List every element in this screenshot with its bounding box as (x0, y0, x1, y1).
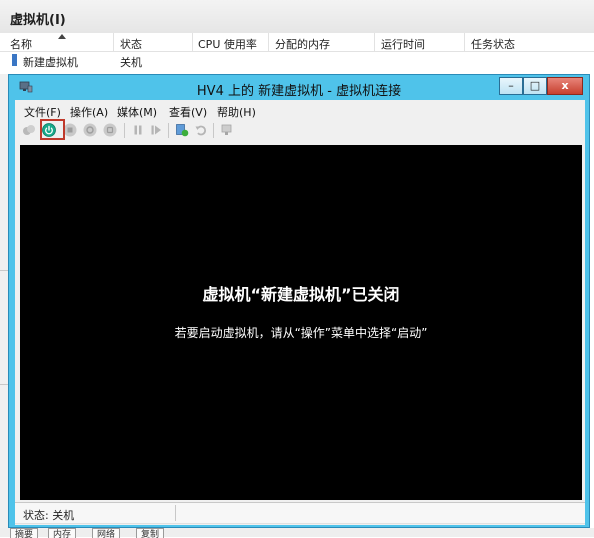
toolbar-separator (124, 123, 125, 138)
turn-off-icon[interactable] (63, 123, 77, 137)
column-header-name[interactable]: 名称 (10, 36, 32, 52)
status-divider (175, 505, 176, 521)
maximize-button[interactable]: □ (523, 77, 547, 95)
menu-help[interactable]: 帮助(H) (217, 104, 256, 120)
vm-icon (12, 54, 17, 66)
pane-divider (0, 384, 8, 385)
menu-media[interactable]: 媒体(M) (117, 104, 157, 120)
vm-panel-header: 虚拟机(I) (0, 0, 594, 34)
close-button[interactable]: x (547, 77, 583, 95)
vm-connection-window: HV4 上的 新建虚拟机 - 虚拟机连接 – □ x 文件(F) 操作(A) 媒… (8, 74, 590, 528)
vm-name: 新建虚拟机 (23, 56, 78, 69)
panel-title: 虚拟机(I) (10, 13, 66, 28)
column-header-state[interactable]: 状态 (120, 36, 142, 52)
toolbar-separator (168, 123, 169, 138)
pause-icon[interactable] (131, 123, 145, 137)
menu-action[interactable]: 操作(A) (70, 104, 108, 120)
revert-icon[interactable] (194, 123, 208, 137)
vm-list-row[interactable]: 新建虚拟机 关机 (0, 51, 594, 69)
column-header-memory[interactable]: 分配的内存 (275, 36, 330, 52)
toolbar (15, 120, 585, 142)
column-divider[interactable] (113, 33, 114, 51)
status-text: 状态: 关机 (23, 509, 75, 522)
column-divider[interactable] (374, 33, 375, 51)
start-button-highlight (40, 119, 65, 140)
manager-left-edge (0, 74, 8, 537)
minimize-button[interactable]: – (499, 77, 523, 95)
column-divider[interactable] (268, 33, 269, 51)
window-client-area: 文件(F) 操作(A) 媒体(M) 查看(V) 帮助(H) 虚拟机“新建虚拟机”… (15, 100, 585, 525)
vm-list-header: 名称 状态 CPU 使用率 分配的内存 运行时间 任务状态 (0, 33, 594, 52)
vm-off-title: 虚拟机“新建虚拟机”已关闭 (202, 285, 400, 304)
snapshot-icon[interactable] (175, 123, 189, 137)
column-header-uptime[interactable]: 运行时间 (381, 36, 425, 52)
vm-off-message: 若要启动虚拟机，请从“操作”菜单中选择“启动” (174, 326, 428, 340)
pane-divider (0, 270, 8, 271)
ctrl-alt-del-icon[interactable] (22, 123, 36, 137)
column-divider[interactable] (464, 33, 465, 51)
menu-file[interactable]: 文件(F) (24, 104, 61, 120)
status-bar: 状态: 关机 (15, 502, 585, 524)
reset-icon[interactable] (149, 123, 163, 137)
menu-bar: 文件(F) 操作(A) 媒体(M) 查看(V) 帮助(H) (15, 100, 585, 120)
menu-view[interactable]: 查看(V) (169, 104, 207, 120)
column-header-task-status[interactable]: 任务状态 (471, 36, 515, 52)
enhanced-session-icon[interactable] (220, 123, 234, 137)
sort-ascending-icon (58, 34, 66, 39)
window-titlebar[interactable]: HV4 上的 新建虚拟机 - 虚拟机连接 – □ x (9, 75, 589, 100)
vm-state: 关机 (120, 56, 142, 69)
column-divider[interactable] (192, 33, 193, 51)
shutdown-icon[interactable] (83, 123, 97, 137)
details-tabs: 摘要 内存 网络 复制 (0, 528, 594, 538)
toolbar-separator (213, 123, 214, 138)
save-icon[interactable] (103, 123, 117, 137)
vm-display-screen[interactable]: 虚拟机“新建虚拟机”已关闭 若要启动虚拟机，请从“操作”菜单中选择“启动” (20, 145, 582, 500)
column-header-cpu[interactable]: CPU 使用率 (198, 36, 257, 52)
